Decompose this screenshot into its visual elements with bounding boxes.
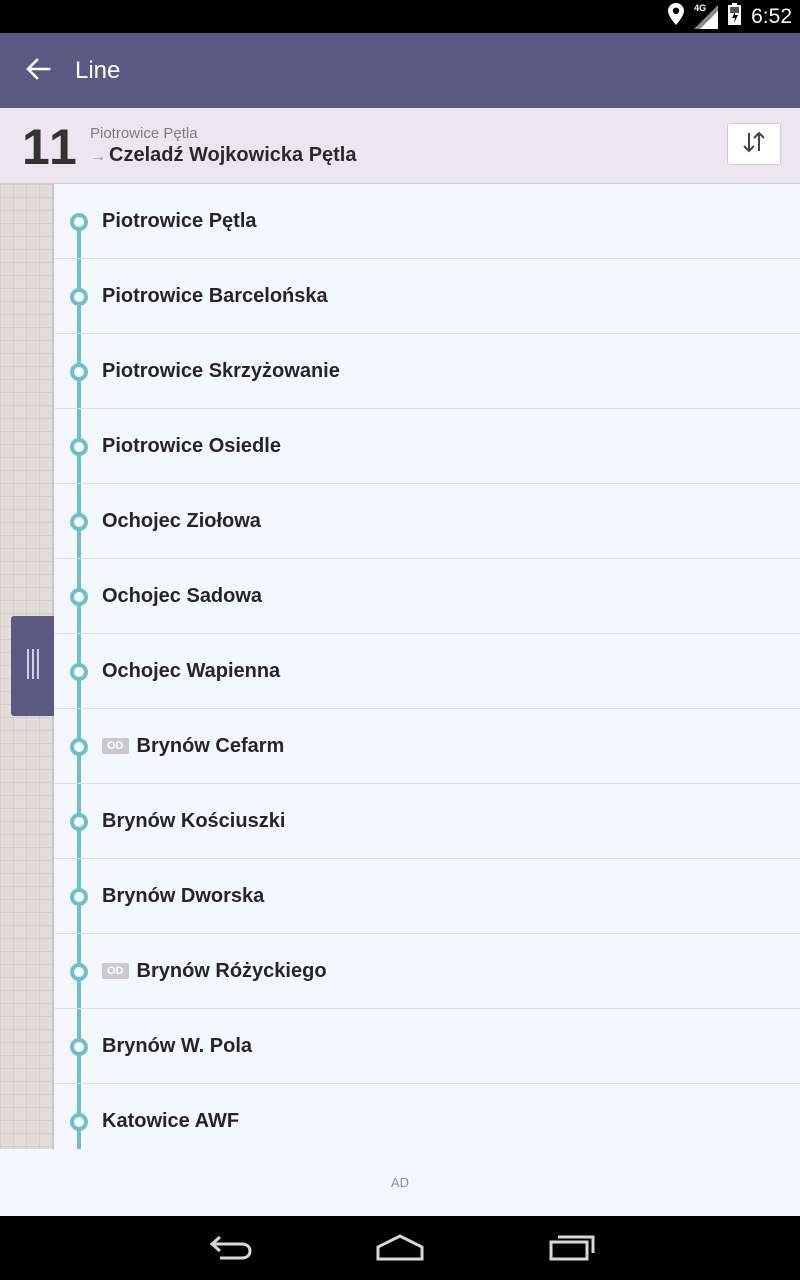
stop-marker-icon [70, 1038, 88, 1056]
line-destination-row: → Czeladź Wojkowicka Pętla [90, 144, 357, 167]
stop-name: Piotrowice Osiedle [102, 435, 281, 457]
home-icon [374, 1233, 426, 1266]
stop-marker-icon [70, 813, 88, 831]
status-icons: 4G 6:52 [668, 0, 792, 33]
stop-list: Piotrowice Pętla Piotrowice Barcelońska Pi… [55, 184, 800, 1149]
nav-recent-button[interactable] [542, 1232, 602, 1266]
on-demand-badge: OD [102, 963, 129, 979]
stop-name-row: Piotrowice Skrzyżowanie [102, 360, 340, 383]
stop-name-row: Piotrowice Barcelońska [102, 285, 328, 308]
drawer-handle[interactable] [11, 616, 54, 716]
stop-name: Brynów Dworska [102, 885, 265, 907]
stop-row[interactable]: Ochojec Wapienna [55, 634, 800, 709]
stop-row[interactable]: OD Brynów Różyckiego [55, 934, 800, 1009]
drawer-handle-icon [26, 648, 40, 684]
network-type-label: 4G [694, 2, 707, 13]
stop-marker-icon [70, 738, 88, 756]
stop-name: Katowice AWF [102, 1110, 240, 1132]
stop-name-row: Ochojec Ziołowa [102, 510, 261, 533]
line-origin: Piotrowice Pętla [90, 125, 198, 142]
stop-row[interactable]: Brynów Kościuszki [55, 784, 800, 859]
stop-row[interactable]: Ochojec Sadowa [55, 559, 800, 634]
direction-arrow-icon: → [90, 148, 106, 165]
line-destination: Czeladź Wojkowicka Pętla [109, 144, 357, 166]
stop-name: Brynów Cefarm [136, 735, 285, 757]
stop-name: Piotrowice Barcelońska [102, 285, 328, 307]
stop-name-row: Piotrowice Osiedle [102, 435, 281, 458]
stop-marker-icon [70, 438, 88, 456]
app-bar: Line [0, 33, 800, 108]
stop-name-row: OD Brynów Różyckiego [102, 960, 327, 983]
stop-row[interactable]: OD Brynów Cefarm [55, 709, 800, 784]
stop-marker-icon [70, 663, 88, 681]
stop-name: Brynów W. Pola [102, 1035, 253, 1057]
stop-row[interactable]: Brynów Dworska [55, 859, 800, 934]
stop-marker-icon [70, 963, 88, 981]
stop-row[interactable]: Katowice AWF [55, 1084, 800, 1149]
swap-direction-icon [742, 131, 766, 158]
location-icon [668, 3, 685, 30]
page-title: Line [75, 57, 121, 84]
line-number: 11 [22, 119, 79, 175]
ad-area[interactable]: AD [0, 1149, 800, 1216]
stop-name-row: OD Brynów Cefarm [102, 735, 284, 758]
stop-marker-icon [70, 588, 88, 606]
stop-marker-icon [70, 1113, 88, 1131]
back-arrow-icon [25, 56, 51, 87]
recent-apps-icon [548, 1233, 596, 1266]
stop-name-row: Katowice AWF [102, 1110, 239, 1133]
nav-home-button[interactable] [370, 1232, 430, 1266]
on-demand-badge: OD [102, 738, 129, 754]
stop-name: Brynów Kościuszki [102, 810, 286, 832]
battery-icon [728, 3, 742, 30]
ad-label: AD [390, 1175, 410, 1190]
status-bar: 4G 6:52 [0, 0, 800, 33]
stop-name: Ochojec Ziołowa [102, 510, 261, 532]
status-time: 6:52 [751, 4, 792, 28]
stop-marker-icon [70, 888, 88, 906]
stop-row[interactable]: Piotrowice Pętla [55, 184, 800, 259]
stop-row[interactable]: Brynów W. Pola [55, 1009, 800, 1084]
stop-name: Ochojec Sadowa [102, 585, 263, 607]
stop-name: Brynów Różyckiego [136, 960, 327, 982]
stop-row[interactable]: Ochojec Ziołowa [55, 484, 800, 559]
stop-name-row: Brynów Dworska [102, 885, 264, 908]
stop-name-row: Piotrowice Pętla [102, 210, 257, 233]
stop-name-row: Brynów W. Pola [102, 1035, 252, 1058]
stop-marker-icon [70, 213, 88, 231]
line-header: 11 Piotrowice Pętla → Czeladź Wojkowicka … [0, 108, 800, 184]
stop-name: Piotrowice Skrzyżowanie [102, 360, 340, 382]
nav-back-button[interactable] [200, 1232, 260, 1266]
swap-direction-button[interactable] [727, 123, 781, 165]
stop-marker-icon [70, 363, 88, 381]
stop-name-row: Ochojec Wapienna [102, 660, 280, 683]
stop-row[interactable]: Piotrowice Osiedle [55, 409, 800, 484]
signal-icon: 4G [694, 2, 719, 29]
stop-marker-icon [70, 513, 88, 531]
stop-name-row: Brynów Kościuszki [102, 810, 285, 833]
stop-name: Piotrowice Pętla [102, 210, 257, 232]
back-button[interactable] [18, 51, 58, 91]
stop-name-row: Ochojec Sadowa [102, 585, 262, 608]
stop-name: Ochojec Wapienna [102, 660, 281, 682]
navigation-bar [0, 1216, 800, 1280]
stop-row[interactable]: Piotrowice Barcelońska [55, 259, 800, 334]
back-icon [206, 1233, 254, 1266]
stop-row[interactable]: Piotrowice Skrzyżowanie [55, 334, 800, 409]
stop-marker-icon [70, 288, 88, 306]
